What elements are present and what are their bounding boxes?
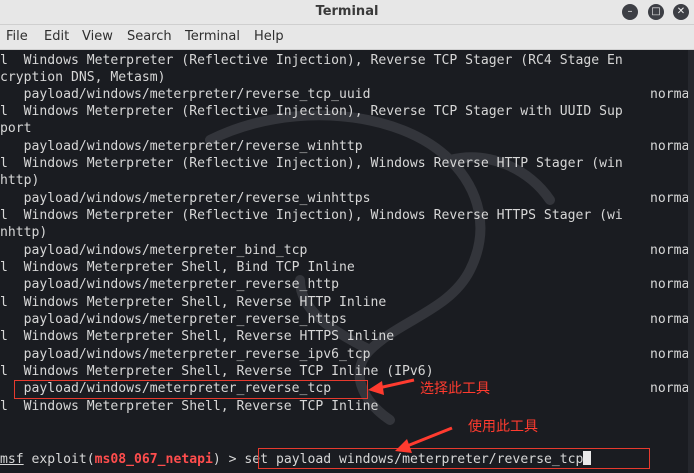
menu-terminal[interactable]: Terminal	[185, 29, 240, 44]
maximize-icon[interactable]: □	[648, 4, 664, 20]
annotation-select-tool: 选择此工具	[420, 381, 490, 397]
annotation-arrows	[368, 378, 453, 453]
arrowhead-select-icon	[368, 381, 384, 395]
menu-file[interactable]: File	[6, 29, 28, 44]
minimize-icon[interactable]: –	[622, 4, 638, 20]
menu-help[interactable]: Help	[254, 29, 284, 44]
terminal-window: Terminal – □ ✕ File Edit View Search Ter…	[0, 0, 694, 473]
annotation-use-tool: 使用此工具	[468, 419, 538, 435]
terminal-area[interactable]: l Windows Meterpreter (Reflective Inject…	[0, 50, 694, 473]
window-title: Terminal	[315, 4, 379, 19]
menu-search[interactable]: Search	[127, 29, 172, 44]
title-bar[interactable]: Terminal – □ ✕	[0, 0, 694, 25]
menu-edit[interactable]: Edit	[44, 29, 69, 44]
menu-bar: File Edit View Search Terminal Help	[0, 25, 694, 50]
menu-view[interactable]: View	[82, 29, 113, 44]
close-icon[interactable]: ✕	[673, 4, 689, 20]
scrollbar[interactable]	[688, 50, 694, 473]
arrowhead-use-icon	[395, 439, 412, 453]
arrow-use	[401, 426, 453, 450]
